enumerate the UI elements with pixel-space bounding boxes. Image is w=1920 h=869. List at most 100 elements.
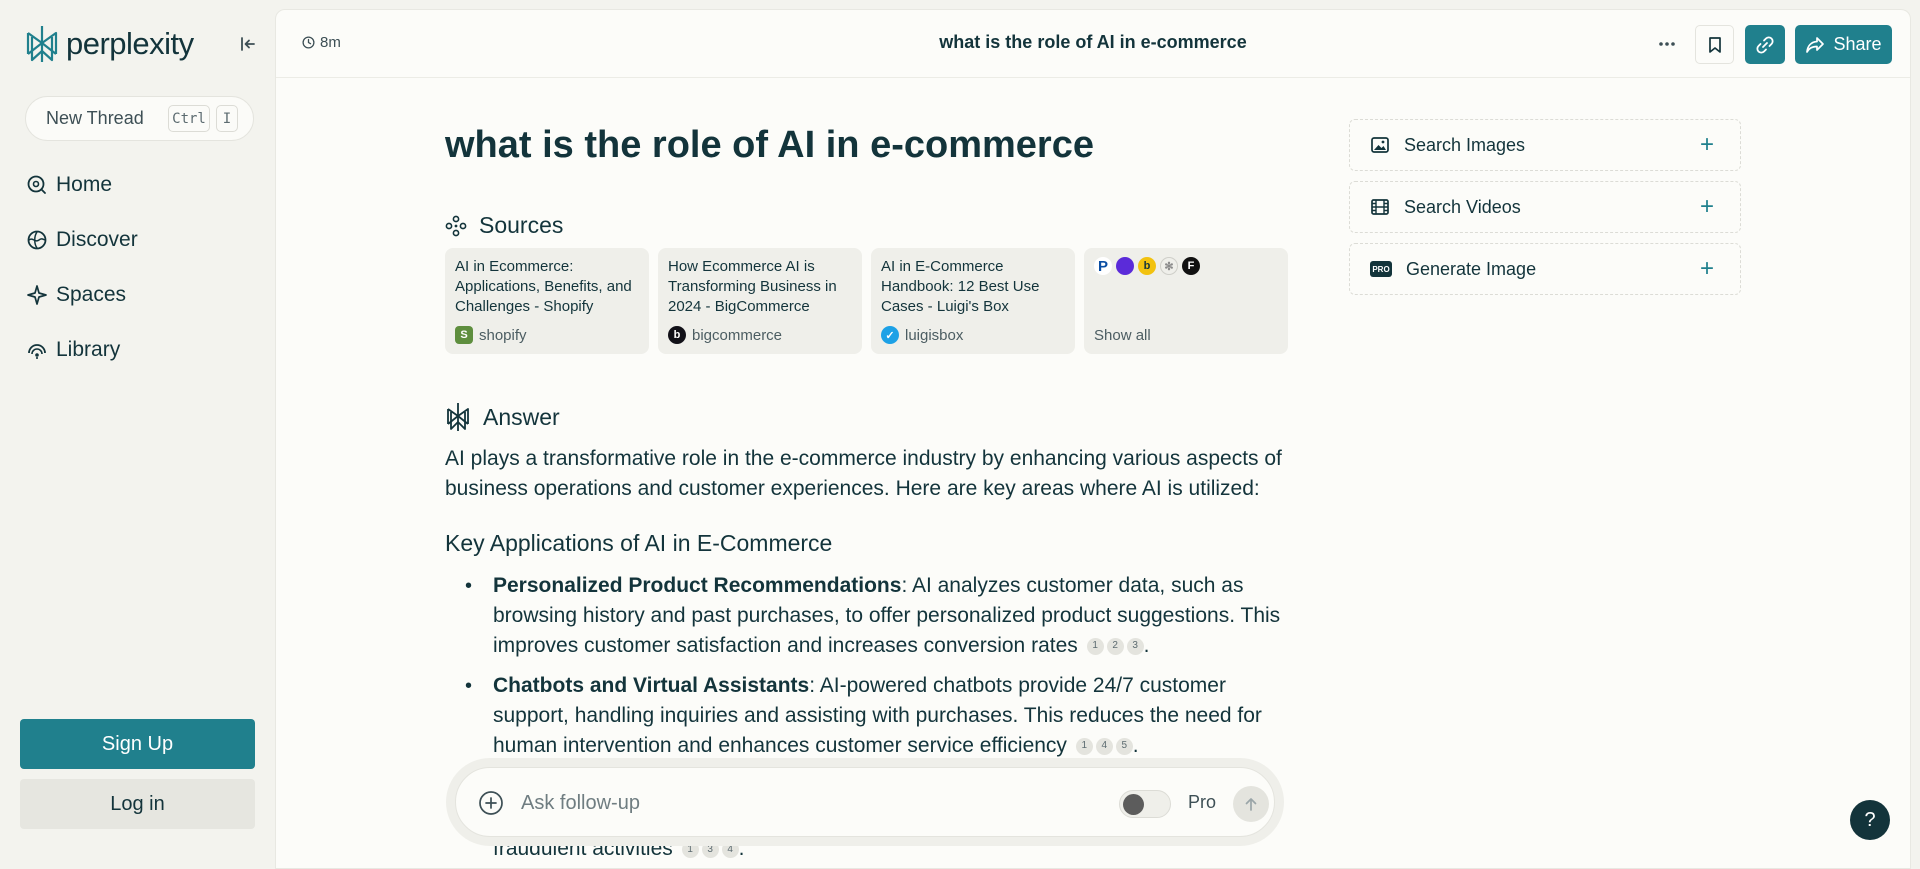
answer-header: Answer: [445, 402, 560, 432]
perplexity-logo-icon: [26, 26, 58, 62]
link-icon: [1756, 35, 1774, 54]
answer-label: Answer: [483, 403, 560, 430]
sidebar: perplexity New Thread Ctrl I Home Discov…: [0, 0, 275, 869]
sources-label: Sources: [479, 212, 564, 238]
sidebar-item-home[interactable]: Home: [26, 169, 112, 201]
search-videos-label: Search Videos: [1404, 196, 1521, 217]
citation-badge[interactable]: 2: [1106, 637, 1124, 655]
query-title: what is the role of AI in e-commerce: [445, 124, 1094, 166]
more-options-button[interactable]: [1652, 32, 1682, 56]
favicon-bee: ✻: [1160, 257, 1178, 275]
bookmark-button[interactable]: [1695, 25, 1734, 64]
key-applications-heading: Key Applications of AI in E-Commerce: [445, 530, 833, 556]
perplexity-logo[interactable]: perplexity: [24, 24, 194, 64]
collapse-sidebar-button[interactable]: [236, 32, 260, 56]
favicon-b: b: [1138, 257, 1156, 275]
source-domain-text: luigisbox: [905, 326, 964, 344]
sidebar-item-label: Discover: [56, 228, 138, 251]
source-domain: ✓ luigisbox: [881, 326, 963, 344]
list-item: Personalized Product Recommendations: AI…: [445, 571, 1295, 661]
show-all-label: Show all: [1094, 327, 1151, 344]
source-favicons: P b ✻ F: [1094, 257, 1278, 275]
sources-header: Sources: [445, 212, 563, 239]
share-button[interactable]: Share: [1795, 25, 1892, 64]
plus-icon: +: [1699, 255, 1714, 282]
ellipsis-icon: [1659, 42, 1675, 46]
source-domain-text: shopify: [479, 326, 527, 344]
source-title: AI in Ecommerce: Applications, Benefits,…: [455, 258, 632, 315]
source-title: How Ecommerce AI is Transforming Busines…: [668, 258, 837, 315]
list-item: Chatbots and Virtual Assistants: AI-powe…: [445, 671, 1295, 761]
search-videos-button[interactable]: Search Videos +: [1349, 181, 1741, 233]
plus-icon: +: [1699, 131, 1714, 158]
source-card[interactable]: How Ecommerce AI is Transforming Busines…: [658, 248, 862, 354]
arrow-up-icon: [1245, 798, 1257, 811]
perplexity-answer-icon: [447, 403, 469, 431]
answer-intro: AI plays a transformative role in the e-…: [445, 447, 1282, 500]
search-circle-icon: [27, 175, 46, 194]
citation-badge[interactable]: 4: [1095, 737, 1113, 755]
citation-badge[interactable]: 5: [1115, 737, 1133, 755]
plus-icon: +: [1699, 193, 1714, 220]
show-all-sources-card[interactable]: P b ✻ F Show all: [1084, 248, 1288, 354]
sidebar-item-spaces[interactable]: Spaces: [26, 279, 126, 311]
applications-list: Personalized Product Recommendations: AI…: [445, 571, 1295, 771]
search-images-label: Search Images: [1404, 134, 1526, 155]
list-item-title: Chatbots and Virtual Assistants: [493, 674, 810, 697]
sidebar-item-label: Library: [56, 338, 121, 361]
new-thread-button[interactable]: New Thread Ctrl I: [25, 96, 254, 141]
pro-badge-icon: PRO: [1370, 261, 1392, 277]
new-thread-label: New Thread: [46, 108, 144, 128]
bigcommerce-favicon: b: [668, 326, 686, 344]
thread-header: 8m what is the role of AI in e-commerce: [276, 10, 1910, 78]
luigisbox-favicon: ✓: [881, 326, 899, 344]
image-icon: [1371, 137, 1389, 153]
search-images-button[interactable]: Search Images +: [1349, 119, 1741, 171]
pro-label: Pro: [1188, 792, 1217, 812]
source-domain-text: bigcommerce: [692, 326, 783, 344]
favicon-p: P: [1094, 257, 1112, 275]
help-button[interactable]: ?: [1850, 800, 1890, 840]
kbd-ctrl: Ctrl: [168, 105, 210, 132]
citation-badge[interactable]: 3: [1126, 637, 1144, 655]
sidebar-item-discover[interactable]: Discover: [26, 224, 138, 256]
shopify-favicon: S: [455, 326, 473, 344]
followup-input[interactable]: [521, 790, 1081, 816]
share-icon: [1806, 36, 1825, 53]
generate-image-button[interactable]: PRO Generate Image +: [1349, 243, 1741, 295]
kbd-i: I: [216, 105, 238, 132]
source-title: AI in E-Commerce Handbook: 12 Best Use C…: [881, 258, 1040, 315]
generate-image-label: Generate Image: [1406, 258, 1537, 279]
library-icon: [28, 344, 46, 359]
plus-circle-icon: [479, 791, 503, 815]
main-panel: 8m what is the role of AI in e-commerce: [275, 9, 1911, 869]
list-item-title: Personalized Product Recommendations: [493, 574, 902, 597]
film-icon: [1371, 199, 1389, 215]
bookmark-icon: [1708, 36, 1721, 53]
citation-badge[interactable]: 1: [1086, 637, 1104, 655]
followup-bar: Pro: [455, 767, 1275, 837]
sources-icon: [445, 215, 467, 236]
spaces-icon: [27, 285, 47, 305]
followup-container: Pro: [446, 758, 1284, 846]
attach-button[interactable]: [478, 790, 504, 816]
source-card[interactable]: AI in Ecommerce: Applications, Benefits,…: [445, 248, 649, 354]
pro-toggle[interactable]: [1119, 790, 1171, 818]
logo-text: perplexity: [66, 26, 194, 61]
source-domain: b bigcommerce: [668, 326, 782, 344]
sidebar-item-library[interactable]: Library: [26, 334, 120, 366]
sidebar-item-label: Spaces: [56, 283, 127, 306]
favicon-f: F: [1182, 257, 1200, 275]
sign-up-button[interactable]: Sign Up: [20, 719, 255, 769]
sidebar-item-label: Home: [56, 173, 113, 196]
submit-button[interactable]: [1233, 786, 1269, 822]
log-in-button[interactable]: Log in: [20, 779, 255, 829]
globe-icon: [27, 230, 47, 250]
citation-badge[interactable]: 1: [1075, 737, 1093, 755]
toggle-knob: [1123, 794, 1144, 815]
source-domain: S shopify: [455, 326, 527, 344]
collapse-icon: [241, 37, 255, 51]
share-label: Share: [1833, 34, 1882, 54]
source-card[interactable]: AI in E-Commerce Handbook: 12 Best Use C…: [871, 248, 1075, 354]
copy-link-button[interactable]: [1745, 25, 1785, 64]
